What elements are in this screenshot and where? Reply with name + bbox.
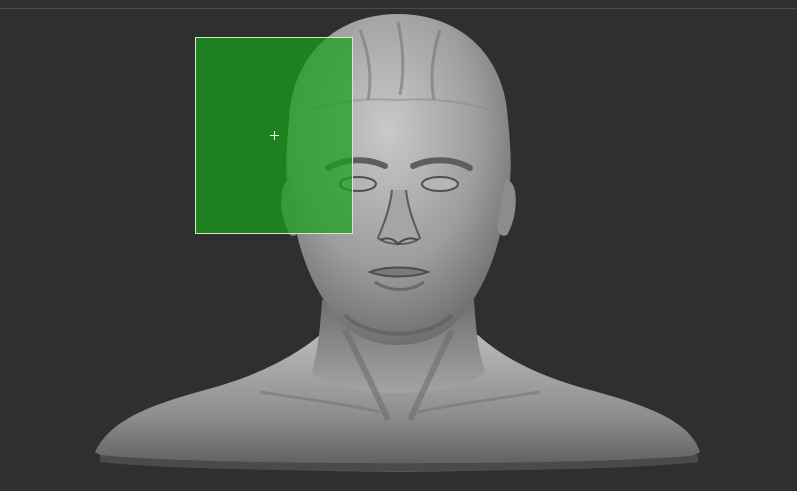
crosshair-icon bbox=[270, 131, 279, 140]
bust-eye-right bbox=[421, 176, 459, 192]
bust-model[interactable] bbox=[0, 0, 797, 491]
bust-mouth bbox=[367, 266, 431, 278]
canvas-viewport[interactable] bbox=[0, 0, 797, 491]
